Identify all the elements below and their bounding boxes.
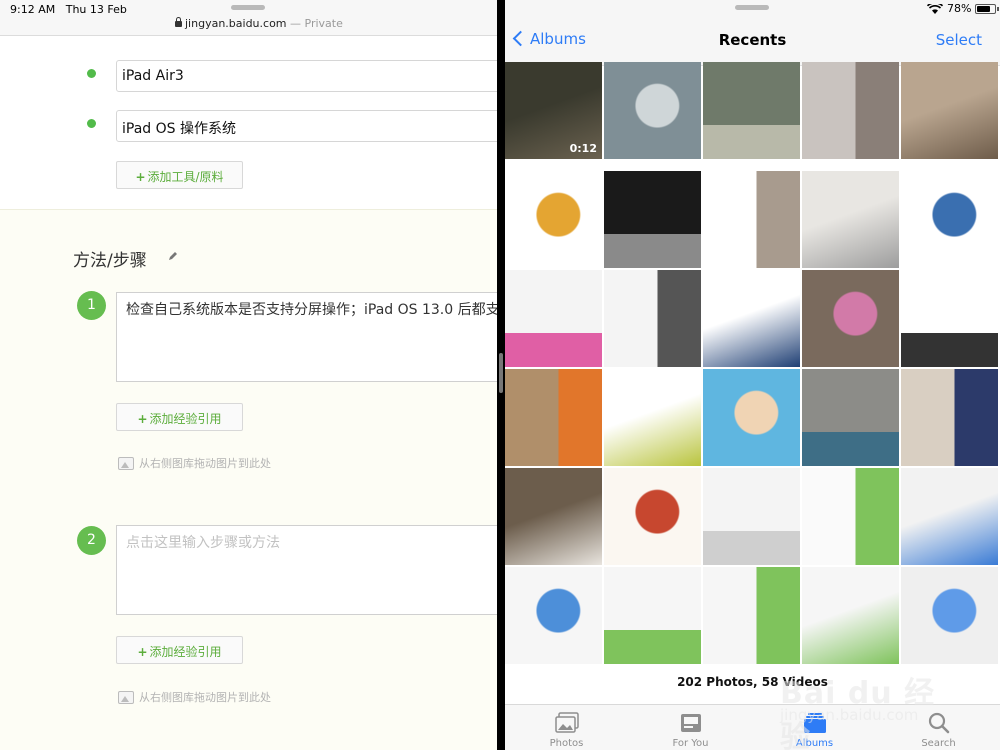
add-reference-button[interactable]: + 添加经验引用: [116, 403, 243, 431]
photo-thumbnail[interactable]: [802, 369, 899, 466]
pencil-icon[interactable]: [168, 251, 178, 261]
image-drop-zone[interactable]: 从右侧图库拖动图片到此处: [118, 455, 271, 471]
photo-thumbnail[interactable]: [901, 567, 998, 664]
step-number-badge: 1: [77, 291, 106, 320]
photo-thumbnail[interactable]: [703, 62, 800, 159]
status-time: 9:12 AM Thu 13 Feb: [10, 3, 127, 16]
photo-thumbnail[interactable]: [604, 171, 701, 268]
wifi-icon: [927, 4, 943, 14]
split-view-handle[interactable]: [499, 353, 503, 393]
page-title: Recents: [718, 31, 787, 49]
albums-icon: [803, 713, 826, 733]
tab-photos[interactable]: Photos: [505, 705, 628, 750]
photo-thumbnail[interactable]: [901, 62, 998, 159]
photos-pane: 78% Albums Recents Select 0:12 202 Photo…: [505, 0, 1000, 750]
photo-thumbnail[interactable]: [505, 270, 602, 367]
lock-icon: [175, 17, 182, 27]
step-text-area[interactable]: 检查自己系统版本是否支持分屏操作；iPad OS 13.0 后都支持: [116, 292, 497, 382]
multitask-grabber[interactable]: [735, 5, 769, 10]
bullet-dot: [87, 69, 96, 78]
image-icon: [118, 691, 134, 704]
safari-pane: 9:12 AM Thu 13 Feb jingyan.baidu.com — P…: [0, 0, 497, 750]
video-duration: 0:12: [569, 142, 597, 155]
photo-thumbnail[interactable]: [505, 468, 602, 565]
photo-thumbnail[interactable]: [703, 369, 800, 466]
plus-icon: +: [137, 412, 148, 426]
status-bar: 9:12 AM Thu 13 Feb jingyan.baidu.com — P…: [0, 0, 497, 36]
address-bar[interactable]: jingyan.baidu.com — Private: [175, 17, 343, 30]
tab-for-you[interactable]: For You: [629, 705, 752, 750]
photo-thumbnail[interactable]: [703, 468, 800, 565]
tab-search[interactable]: Search: [877, 705, 1000, 750]
photo-thumbnail[interactable]: [505, 171, 602, 268]
url-host: jingyan.baidu.com: [185, 17, 287, 30]
for-you-icon: [680, 714, 701, 732]
plus-icon: +: [135, 170, 146, 184]
image-drop-zone[interactable]: 从右侧图库拖动图片到此处: [118, 689, 271, 705]
image-icon: [118, 457, 134, 470]
step-number-badge: 2: [77, 526, 106, 555]
tools-section: iPad Air3 iPad OS 操作系统 + 添加工具/原料: [0, 36, 497, 210]
photo-thumbnail[interactable]: [703, 567, 800, 664]
photo-thumbnail[interactable]: [802, 171, 899, 268]
photo-thumbnail[interactable]: [802, 468, 899, 565]
battery-percent: 78%: [947, 2, 972, 15]
photo-thumbnail[interactable]: [604, 567, 701, 664]
photo-thumbnail[interactable]: [901, 270, 998, 367]
photo-thumbnail[interactable]: [505, 369, 602, 466]
photo-thumbnail[interactable]: [505, 567, 602, 664]
tool-item-input[interactable]: iPad OS 操作系统: [116, 110, 497, 142]
photo-thumbnail[interactable]: [604, 62, 701, 159]
photo-thumbnail[interactable]: [604, 468, 701, 565]
step-text-area[interactable]: 点击这里输入步骤或方法: [116, 525, 497, 615]
plus-icon: +: [137, 645, 148, 659]
add-reference-button[interactable]: + 添加经验引用: [116, 636, 243, 664]
photo-thumbnail[interactable]: [703, 270, 800, 367]
bullet-dot: [87, 119, 96, 128]
tool-item-input[interactable]: iPad Air3: [116, 60, 497, 92]
photo-thumbnail[interactable]: [901, 369, 998, 466]
search-icon: [928, 712, 949, 734]
photo-thumbnail[interactable]: [703, 171, 800, 268]
private-label: — Private: [290, 17, 343, 30]
photo-thumbnail[interactable]: 0:12: [505, 62, 602, 159]
library-count: 202 Photos, 58 Videos: [677, 675, 828, 689]
photo-thumbnail[interactable]: [802, 567, 899, 664]
tab-bar: Photos For You Albums Search: [505, 704, 1000, 750]
photo-thumbnail[interactable]: [604, 369, 701, 466]
tab-albums[interactable]: Albums: [753, 705, 876, 750]
select-button[interactable]: Select: [936, 31, 982, 49]
photo-thumbnail[interactable]: [901, 171, 998, 268]
battery-icon: [975, 4, 999, 14]
photo-thumbnail[interactable]: [604, 270, 701, 367]
photo-thumbnail[interactable]: [802, 62, 899, 159]
split-view-divider[interactable]: [497, 0, 505, 750]
section-title: 方法/步骤: [73, 251, 147, 271]
add-tool-button[interactable]: + 添加工具/原料: [116, 161, 243, 189]
multitask-grabber[interactable]: [231, 5, 265, 10]
photos-nav-bar: 78% Albums Recents Select: [505, 0, 1000, 66]
photo-thumbnail[interactable]: [901, 468, 998, 565]
photo-thumbnail[interactable]: [802, 270, 899, 367]
photos-icon: [554, 712, 579, 733]
